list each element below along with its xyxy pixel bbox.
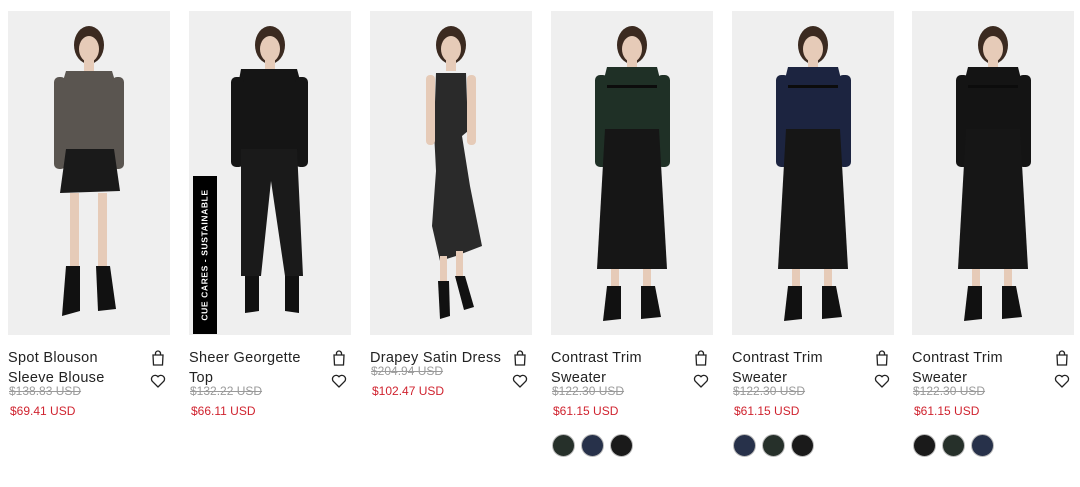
shopping-bag-icon[interactable] [150,350,166,366]
product-info: Contrast Trim Sweater $122.30 USD $61.15 U… [912,335,1074,475]
original-price: $122.30 USD [552,384,625,398]
product-image[interactable]: CUE CARES - SUSTAINABLE [189,11,351,335]
product-image[interactable] [370,11,532,335]
color-swatch[interactable] [971,434,994,457]
sustainable-badge: CUE CARES - SUSTAINABLE [193,176,217,334]
color-swatch[interactable] [610,434,633,457]
product-image[interactable] [8,11,170,335]
original-price: $204.94 USD [371,364,444,378]
original-price: $122.30 USD [913,384,986,398]
heart-icon[interactable] [693,373,709,389]
product-image[interactable] [912,11,1074,335]
product-card[interactable]: Drapey Satin Dress $204.94 USD $102.47 USD [370,11,532,475]
color-swatch[interactable] [942,434,965,457]
product-card[interactable]: CUE CARES - SUSTAINABLE Sheer Georgette T… [189,11,351,475]
heart-icon[interactable] [1054,373,1070,389]
heart-icon[interactable] [331,373,347,389]
color-swatches [913,434,994,457]
sale-price: $61.15 USD [553,404,619,418]
sale-price: $61.15 USD [914,404,980,418]
color-swatch[interactable] [913,434,936,457]
shopping-bag-icon[interactable] [874,350,890,366]
original-price: $132.22 USD [190,384,263,398]
color-swatch[interactable] [733,434,756,457]
color-swatch[interactable] [552,434,575,457]
product-info: Contrast Trim Sweater $122.30 USD $61.15 U… [732,335,894,475]
heart-icon[interactable] [512,373,528,389]
product-info: Spot Blouson Sleeve Blouse $138.83 USD $69… [8,335,170,475]
product-info: Contrast Trim Sweater $122.30 USD $61.15 U… [551,335,713,475]
product-name[interactable]: Sheer Georgette Top [189,348,324,388]
product-card[interactable]: Contrast Trim Sweater $122.30 USD $61.15 U… [912,11,1074,475]
product-name[interactable]: Contrast Trim Sweater [912,348,1047,388]
product-card[interactable]: Contrast Trim Sweater $122.30 USD $61.15 U… [551,11,713,475]
product-info: Drapey Satin Dress $204.94 USD $102.47 USD [370,335,532,475]
shopping-bag-icon[interactable] [331,350,347,366]
heart-icon[interactable] [150,373,166,389]
color-swatch[interactable] [581,434,604,457]
shopping-bag-icon[interactable] [1054,350,1070,366]
product-name[interactable]: Contrast Trim Sweater [732,348,867,388]
color-swatch[interactable] [762,434,785,457]
product-info: Sheer Georgette Top $132.22 USD $66.11 USD [189,335,351,475]
color-swatches [733,434,814,457]
original-price: $138.83 USD [9,384,82,398]
product-image[interactable] [732,11,894,335]
color-swatches [552,434,633,457]
product-name[interactable]: Contrast Trim Sweater [551,348,686,388]
sale-price: $102.47 USD [372,384,445,398]
color-swatch[interactable] [791,434,814,457]
product-card[interactable]: Spot Blouson Sleeve Blouse $138.83 USD $69… [8,11,170,475]
original-price: $122.30 USD [733,384,806,398]
sale-price: $61.15 USD [734,404,800,418]
product-card[interactable]: Contrast Trim Sweater $122.30 USD $61.15 U… [732,11,894,475]
shopping-bag-icon[interactable] [693,350,709,366]
product-name[interactable]: Spot Blouson Sleeve Blouse [8,348,143,388]
sale-price: $69.41 USD [10,404,76,418]
product-image[interactable] [551,11,713,335]
sale-price: $66.11 USD [191,404,256,418]
badge-label: CUE CARES - SUSTAINABLE [200,189,211,321]
shopping-bag-icon[interactable] [512,350,528,366]
heart-icon[interactable] [874,373,890,389]
